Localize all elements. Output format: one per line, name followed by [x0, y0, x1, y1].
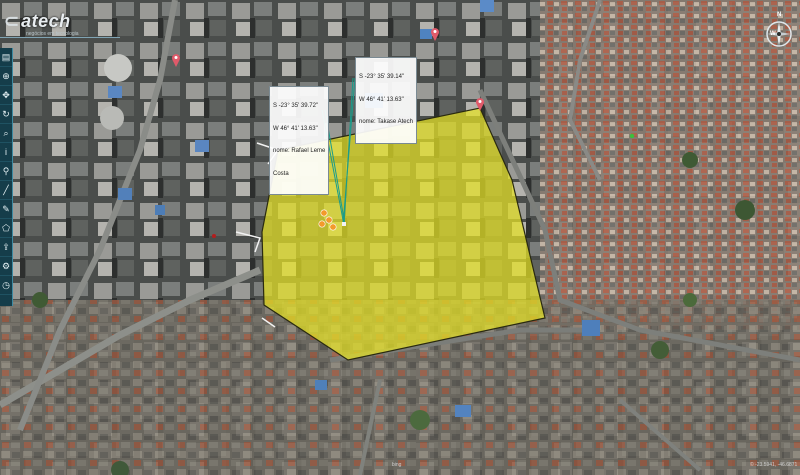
map-toolbar: ▤ ⊕ ✥ ↻ ⌕ i ⚲ ╱ ✎ ⬠ ⇪ ⚙ ◷ — [0, 48, 13, 306]
label-longitude: W 46° 41' 13.63" — [273, 125, 318, 132]
compass-control[interactable]: N W — [763, 12, 795, 50]
refresh-icon: ↻ — [2, 108, 10, 119]
measure-line-tool-button[interactable]: ╱ — [0, 181, 12, 200]
map-pin-icon[interactable] — [430, 27, 440, 41]
pin-icon: ⚲ — [2, 165, 10, 176]
logo-divider — [0, 37, 120, 38]
pin-tool-button[interactable]: ⚲ — [0, 162, 12, 181]
location-label-takase[interactable]: S -23° 35' 39.14" W 46° 41' 13.63" nome:… — [355, 57, 417, 144]
map-pin-icon[interactable] — [475, 97, 485, 111]
label-latitude: S -23° 35' 39.14" — [359, 74, 405, 80]
polygon-icon: ⬠ — [2, 222, 10, 233]
logo-text: atech — [21, 10, 71, 31]
label-name: nome: Rafael Leme — [273, 148, 326, 154]
layers-tool-button[interactable]: ▤ — [0, 48, 12, 67]
settings-icon: ⚙ — [1, 260, 11, 271]
info-tool-button[interactable]: i — [0, 143, 12, 162]
info-icon: i — [5, 146, 7, 157]
polygon-tool-button[interactable]: ⬠ — [0, 219, 12, 238]
settings-tool-button[interactable]: ⚙ — [0, 257, 12, 276]
app-logo: ⊂ atech negócios em tecnologia — [4, 8, 79, 38]
pan-icon: ✥ — [2, 89, 10, 100]
map-pin-icon[interactable] — [171, 53, 181, 67]
clock-tool-button[interactable]: ◷ — [0, 276, 12, 295]
label-longitude: W 46° 41' 13.63" — [359, 96, 404, 103]
label-latitude: S -23° 35' 39.72" — [273, 103, 319, 109]
share-icon: ⇪ — [2, 241, 10, 252]
draw-tool-button[interactable]: ✎ — [0, 200, 12, 219]
label-name-continued: Costa — [273, 170, 289, 177]
location-label-rafael[interactable]: S -23° 35' 39.72" W 46° 41' 13.63" nome:… — [269, 86, 330, 195]
draw-icon: ✎ — [2, 203, 10, 214]
label-name: nome: Takase Atech — [359, 119, 413, 125]
pan-tool-button[interactable]: ✥ — [0, 86, 12, 105]
zoom-icon: ⌕ — [3, 127, 9, 138]
compass-west: W — [770, 31, 776, 37]
map-viewer[interactable]: ⊂ atech negócios em tecnologia ▤ ⊕ ✥ ↻ ⌕ i ⚲ ╱ ✎… — [0, 0, 800, 475]
clock-icon: ◷ — [2, 279, 10, 290]
measure-line-icon: ╱ — [3, 184, 9, 195]
map-attribution: bing — [392, 462, 402, 468]
share-tool-button[interactable]: ⇪ — [0, 238, 12, 257]
zoom-tool-button[interactable]: ⌕ — [0, 124, 12, 143]
globe-tool-button[interactable]: ⊕ — [0, 67, 12, 86]
compass-north: N — [777, 12, 782, 18]
globe-icon: ⊕ — [2, 70, 10, 81]
compass-icon — [766, 21, 792, 47]
logo-icon: ⊂ — [4, 10, 20, 31]
cursor-coordinates: © -23.5941, -46.6871 — [750, 462, 798, 468]
refresh-tool-button[interactable]: ↻ — [0, 105, 12, 124]
layers-icon: ▤ — [1, 51, 11, 62]
